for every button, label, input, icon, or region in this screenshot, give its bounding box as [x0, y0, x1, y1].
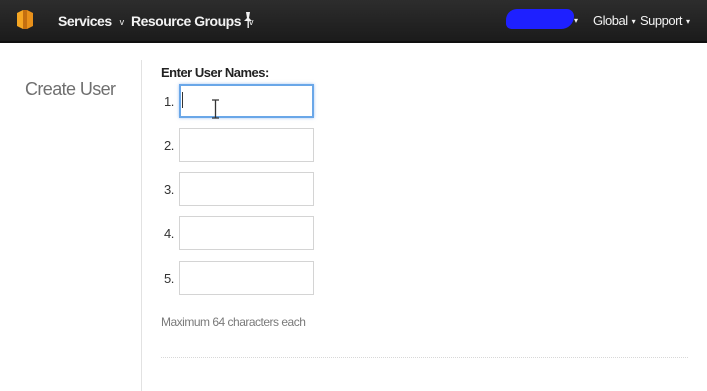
chevron-down-icon: v — [119, 17, 125, 27]
user-name-input-1[interactable] — [179, 84, 314, 118]
services-label: Services — [58, 13, 112, 29]
resource-groups-label: Resource Groups — [131, 13, 241, 29]
section-separator — [161, 357, 688, 358]
support-label: Support — [640, 13, 683, 28]
chevron-down-icon: ▾ — [631, 17, 636, 26]
top-navigation-bar: Services v Resource Groups v ▾ Global ▾ Sup… — [0, 0, 707, 43]
chevron-down-icon: ▾ — [686, 17, 690, 26]
user-name-input-4[interactable] — [179, 216, 314, 250]
row-number-3: 3. — [164, 182, 174, 197]
account-menu-redacted[interactable] — [506, 9, 574, 29]
chevron-down-icon: ▾ — [574, 16, 579, 25]
resource-groups-menu[interactable]: Resource Groups v — [131, 11, 253, 31]
vertical-divider — [141, 60, 142, 391]
user-name-input-5[interactable] — [179, 261, 314, 295]
ibeam-cursor-icon — [212, 99, 219, 119]
text-cursor — [182, 92, 183, 108]
region-menu[interactable]: Global ▾ — [593, 11, 636, 31]
services-menu[interactable]: Services v — [58, 11, 124, 31]
row-number-2: 2. — [164, 138, 174, 153]
user-name-input-2[interactable] — [179, 128, 314, 162]
row-number-4: 4. — [164, 226, 174, 241]
pushpin-icon[interactable] — [241, 11, 255, 29]
user-names-label: Enter User Names: — [161, 65, 269, 80]
character-limit-hint: Maximum 64 characters each — [161, 315, 306, 329]
page-title: Create User — [25, 79, 116, 99]
row-number-1: 1. — [164, 94, 174, 109]
aws-cube-icon[interactable] — [15, 9, 35, 31]
support-menu[interactable]: Support ▾ — [640, 11, 690, 31]
row-number-5: 5. — [164, 271, 174, 286]
region-label: Global — [593, 13, 628, 28]
user-name-input-3[interactable] — [179, 172, 314, 206]
